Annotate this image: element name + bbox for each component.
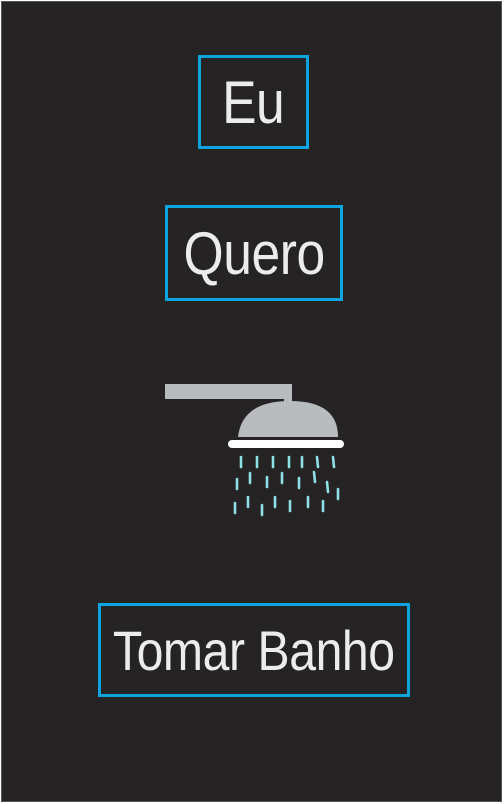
word-eu-button[interactable]: Eu	[198, 55, 309, 149]
word-eu-label: Eu	[222, 68, 285, 136]
word-tomar-banho-button[interactable]: Tomar Banho	[98, 603, 410, 697]
word-quero-button[interactable]: Quero	[165, 205, 343, 301]
shower-icon	[165, 384, 344, 517]
word-tomar-banho-label: Tomar Banho	[113, 618, 395, 682]
word-quero-label: Quero	[183, 219, 325, 287]
aac-board: Eu Quero Tomar Banho	[1, 1, 502, 802]
